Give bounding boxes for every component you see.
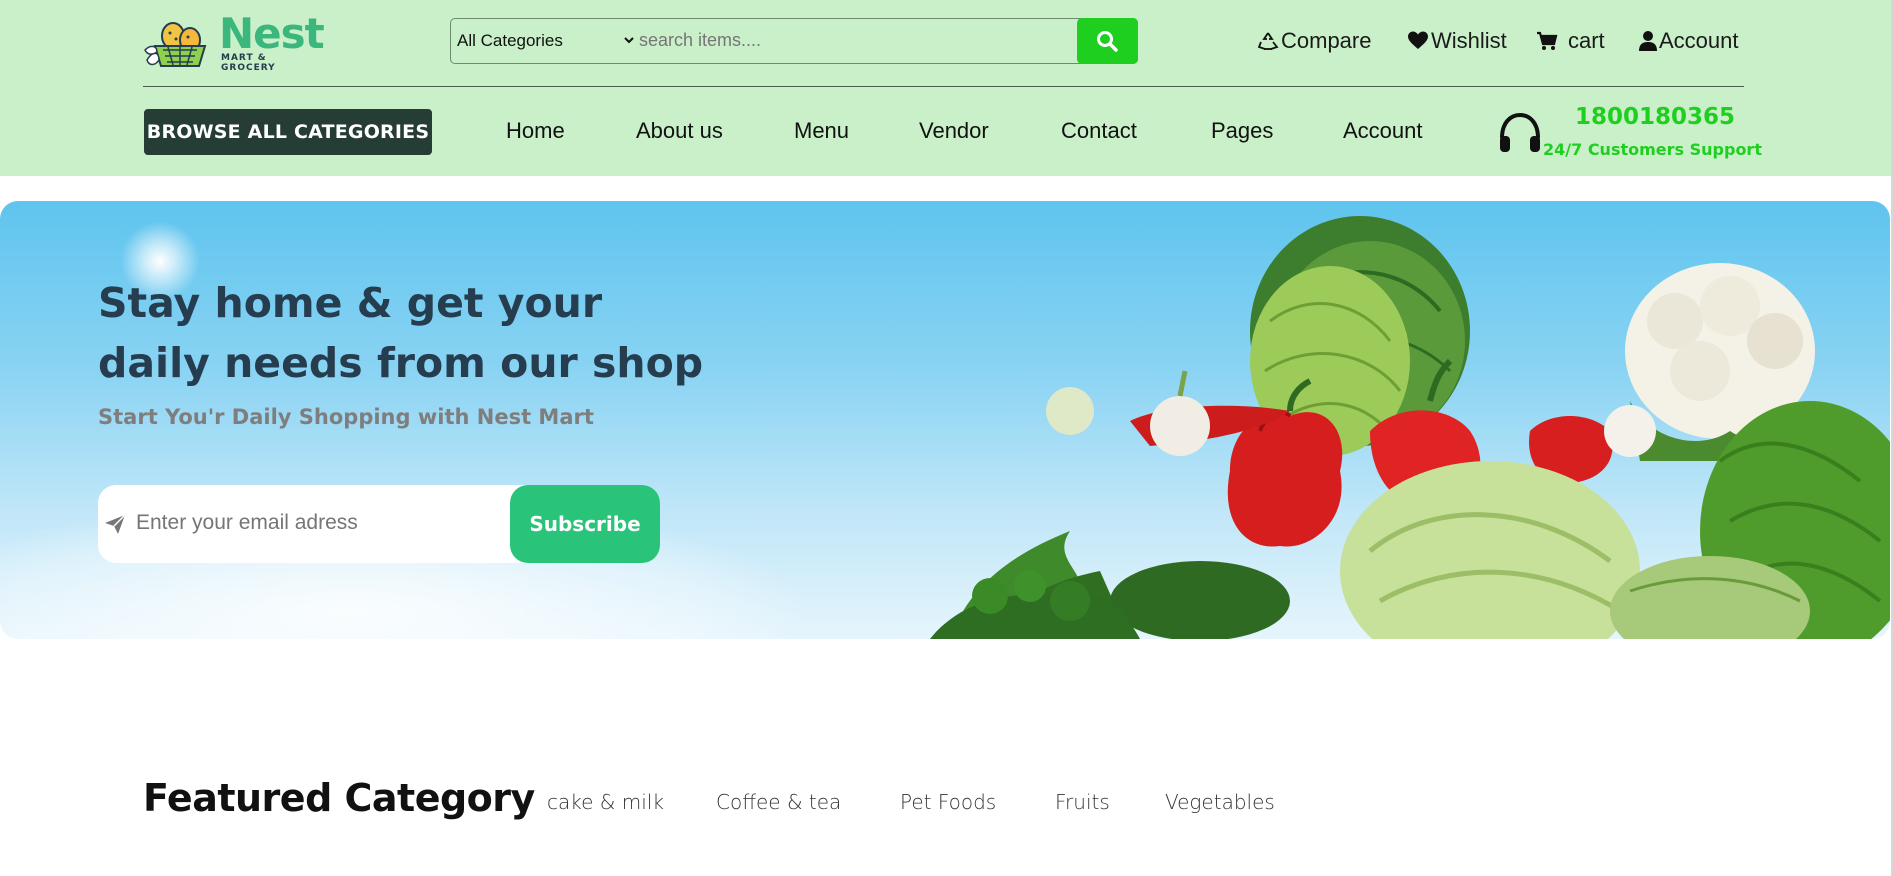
compare-label: Compare [1281,28,1372,53]
nav-about-us[interactable]: About us [636,118,723,144]
hero-title-line-1: Stay home & get your [98,279,603,327]
page: Nest MART & GROCERY All Categories searc… [0,0,1893,876]
user-icon [1639,31,1657,51]
compare-link[interactable]: Compare [1257,26,1381,56]
vegetables-image [930,216,1890,639]
nav-menu[interactable]: Menu [794,118,849,144]
email-input[interactable] [136,511,476,535]
search-button[interactable] [1077,18,1138,64]
nav-home[interactable]: Home [506,118,565,144]
support-phone: 1800180365 [1575,104,1736,130]
search-input[interactable] [639,30,1099,51]
chevron-down-icon [624,37,634,44]
headphones-icon [1500,112,1540,152]
recycle-icon [1257,32,1279,50]
featured-tab-pet-foods[interactable]: Pet Foods [900,790,996,814]
hero-subtitle: Start You'r Daily Shopping with Nest Mar… [98,405,594,429]
main-area: Nest MART & GROCERY All Categories searc… [0,0,1893,876]
featured-tab-cake-milk[interactable]: cake & milk [547,790,664,814]
search-icon [1097,31,1118,52]
account-link[interactable]: Account [1637,26,1745,56]
cart-icon [1537,31,1558,50]
featured-tab-fruits[interactable]: Fruits [1055,790,1110,814]
header-divider [143,86,1744,87]
support-block[interactable]: 1800180365 24/7 Customers Support [1497,104,1762,164]
subscribe-button[interactable]: Subscribe [510,485,660,563]
wishlist-link[interactable]: Wishlist [1407,26,1511,56]
paper-plane-icon [105,514,126,534]
heart-icon [1408,31,1428,49]
hero-title: Stay home & get your daily needs from ou… [98,273,718,393]
featured-category-title: Featured Category [143,776,535,820]
account-label: Account [1659,28,1739,53]
newsletter-form: Subscribe [98,485,660,563]
search-bar: All Categories [450,18,1138,64]
logo[interactable]: Nest MART & GROCERY [143,9,325,73]
nav-account[interactable]: Account [1343,118,1423,144]
cart-label: cart [1568,28,1605,53]
site-header: Nest MART & GROCERY All Categories searc… [0,0,1893,176]
featured-tab-coffee-tea[interactable]: Coffee & tea [716,790,841,814]
browse-all-categories-button[interactable]: BROWSE ALL CATEGORIES [144,109,432,155]
nav-pages[interactable]: Pages [1211,118,1273,144]
hero-title-line-2: daily needs from our shop [98,339,704,387]
hero-banner: Stay home & get your daily needs from ou… [0,201,1890,639]
support-text: 24/7 Customers Support [1543,140,1762,159]
logo-tagline: MART & GROCERY [221,53,276,73]
logo-basket-icon [144,22,207,67]
nav-vendor[interactable]: Vendor [919,118,989,144]
logo-name: Nest [219,9,325,58]
category-select-value: All Categories [457,31,563,50]
wishlist-label: Wishlist [1431,28,1507,53]
nav-contact[interactable]: Contact [1061,118,1137,144]
featured-tab-vegetables[interactable]: Vegetables [1165,790,1275,814]
cart-link[interactable]: cart [1536,26,1608,56]
